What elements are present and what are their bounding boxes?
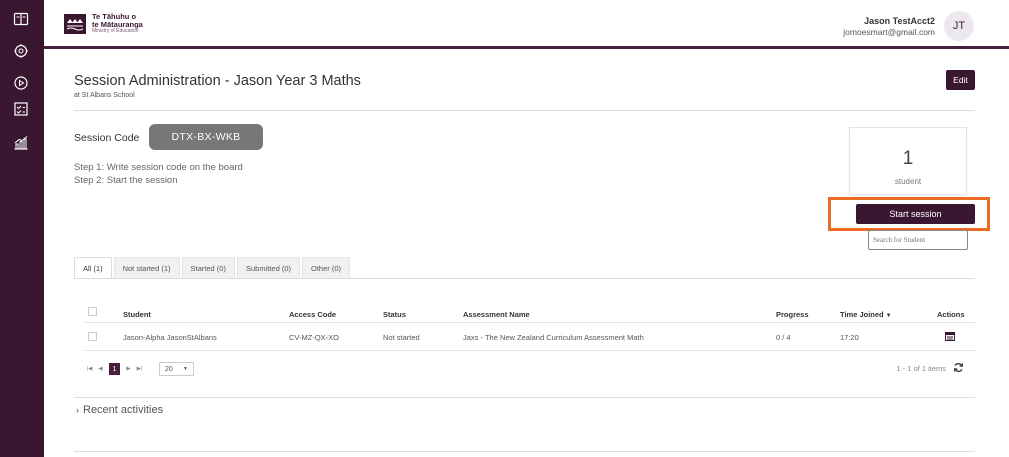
cell-student: Jason-Alpha JasonStAlbans [123,333,217,342]
last-page-icon[interactable]: ▶| [134,363,145,375]
cell-status: Not started [383,333,420,342]
divider [74,397,975,398]
student-count: 1 [902,148,914,169]
page-title: Session Administration - Jason Year 3 Ma… [74,73,361,89]
column-header-access-code[interactable]: Access Code [289,310,336,319]
page-size-value: 20 [165,365,173,373]
time-joined-label: Time Joined [840,310,884,319]
tab-other[interactable]: Other (0) [302,257,351,278]
divider [74,451,975,452]
page-subtitle: at St Albans School [74,92,135,99]
row-checkbox[interactable] [88,332,97,341]
start-session-button[interactable]: Start session [856,204,975,224]
logo-text: Te Tāhuhu o te Mātauranga Ministry of Ed… [92,13,143,34]
prev-page-icon[interactable]: ◀ [95,363,106,375]
book-icon[interactable] [8,8,34,30]
search-student-input[interactable] [868,230,968,250]
sort-down-icon: ▼ [885,313,892,319]
play-circle-icon[interactable] [8,72,34,94]
student-count-label: student [894,177,922,186]
cell-assessment: Jaxs - The New Zealand Curriculum Assess… [463,333,644,342]
table-row-divider [84,350,975,351]
recent-activities-toggle[interactable]: › Recent activities [76,404,163,416]
cell-progress: 0 / 4 [776,333,791,342]
column-header-actions: Actions [937,310,965,319]
refresh-icon[interactable] [953,362,964,373]
page-size-select[interactable]: 20 ▼ [159,362,194,376]
ministry-logo[interactable] [64,14,86,34]
step-1-text: Step 1: Write session code on the board [74,162,243,173]
tabs-divider [74,278,975,279]
row-menu-icon[interactable] [945,332,955,341]
tab-started[interactable]: Started (0) [181,257,235,278]
edit-button[interactable]: Edit [946,70,975,90]
logo-line-2: te Mātauranga [92,19,143,29]
checklist-icon[interactable] [8,98,34,120]
column-header-assessment[interactable]: Assessment Name [463,310,530,319]
avatar[interactable]: JT [944,11,974,41]
cell-access-code: CV-MZ-QX-XO [289,333,339,342]
column-header-student[interactable]: Student [123,310,151,319]
divider [74,110,975,111]
status-tabs: All (1) Not started (1) Started (0) Subm… [74,257,352,279]
items-info: 1 - 1 of 1 items [896,364,946,373]
tab-all[interactable]: All (1) [74,257,112,279]
student-count-card: 1 student [849,127,967,195]
cell-time-joined: 17:20 [840,333,859,342]
pagination: |◀ ◀ 1 ▶ ▶| 20 ▼ [84,362,194,376]
chevron-down-icon: ▼ [183,366,188,372]
header-divider [44,46,1009,49]
chart-icon[interactable] [8,132,34,154]
select-all-checkbox[interactable] [88,307,97,316]
tab-submitted[interactable]: Submitted (0) [236,257,300,278]
logo-mark-icon [66,19,84,31]
session-code-label: Session Code [74,132,140,144]
recent-activities-label: Recent activities [83,404,164,416]
table-header-divider [84,322,975,323]
tab-not-started[interactable]: Not started (1) [113,257,180,278]
page-number[interactable]: 1 [109,363,120,375]
column-header-status[interactable]: Status [383,310,406,319]
user-email: jomoesmart@gmail.com [843,27,935,37]
chevron-right-icon: › [76,405,79,415]
brain-icon[interactable] [8,40,34,62]
user-name: Jason TestAcct2 [864,16,935,26]
next-page-icon[interactable]: ▶ [123,363,134,375]
session-code-value: DTX-BX-WKB [149,124,263,150]
step-2-text: Step 2: Start the session [74,175,178,186]
logo-line-3: Ministry of Education [92,28,139,34]
column-header-progress[interactable]: Progress [776,310,809,319]
left-sidebar [0,0,44,457]
column-header-time-joined[interactable]: Time Joined ▼ [840,310,892,319]
first-page-icon[interactable]: |◀ [84,363,95,375]
